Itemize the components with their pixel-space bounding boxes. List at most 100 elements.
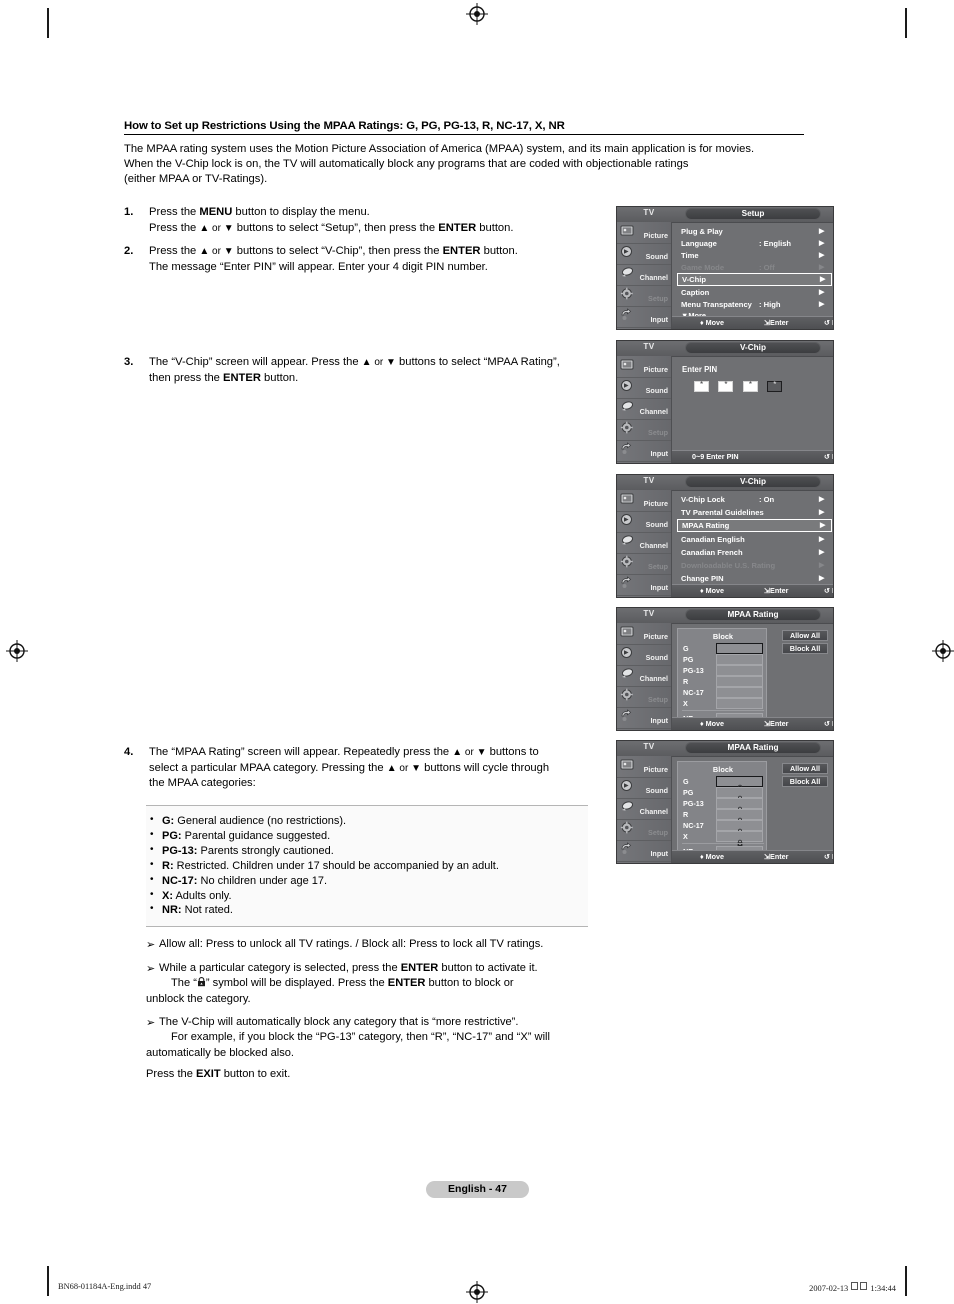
block-cell-nc17[interactable]: [716, 820, 763, 835]
channel-icon: [620, 266, 636, 281]
exit-instruction: Press the EXIT button to exit.: [146, 1068, 290, 1080]
step-3-l1a: The “V-Chip” screen will appear. Press t…: [149, 356, 362, 368]
block-cell-x[interactable]: [716, 831, 763, 846]
pin-input-group[interactable]: * * * *: [694, 379, 787, 397]
block-all-button[interactable]: Block All: [782, 776, 828, 787]
sidebar-item-setup[interactable]: Setup: [617, 285, 671, 307]
step-1: 1. Press the MENU button to display the …: [124, 205, 594, 236]
sidebar-item-channel[interactable]: Channel: [617, 798, 671, 820]
block-column-header: Block: [712, 765, 734, 774]
input-icon: [620, 842, 636, 857]
sidebar-item-channel[interactable]: Channel: [617, 665, 671, 687]
note2-l2a: The “: [171, 977, 197, 990]
block-cell-nc17[interactable]: [716, 687, 763, 698]
sidebar-item-channel[interactable]: Channel: [617, 532, 671, 554]
manual-page: How to Set up Restrictions Using the MPA…: [0, 0, 954, 1304]
menu-row-vchip-lock[interactable]: V-Chip Lock: On ▶: [677, 493, 832, 506]
sidebar-item-picture[interactable]: Picture: [617, 222, 671, 244]
sidebar-item-sound[interactable]: Sound: [617, 644, 671, 666]
table-row[interactable]: R: [683, 809, 763, 824]
sidebar-item-input[interactable]: Input: [617, 306, 671, 328]
pin-digit-1[interactable]: *: [694, 380, 709, 392]
table-row[interactable]: PG: [683, 654, 763, 665]
mpaa-block-table: Block G PG PG-13 R NC-17 X NR: [677, 628, 767, 724]
step-number: 2.: [124, 245, 134, 257]
step-4-l1c: buttons to: [486, 746, 539, 758]
sidebar-item-label: Input: [650, 716, 668, 725]
step-3-l2b: ENTER: [223, 371, 261, 384]
sidebar-item-picture[interactable]: Picture: [617, 623, 671, 645]
category-code: PG:: [162, 829, 182, 842]
sidebar-item-sound[interactable]: Sound: [617, 511, 671, 533]
block-cell-r[interactable]: [716, 809, 763, 824]
chevron-right-icon: ▶: [819, 228, 825, 235]
channel-icon: [620, 800, 636, 815]
pin-digit-3[interactable]: *: [742, 380, 758, 392]
footer-return-label: Return: [832, 852, 833, 861]
footer-move: ♦ Move: [700, 852, 725, 861]
footer-return: ↺ Return: [824, 586, 833, 595]
table-row[interactable]: PG: [683, 787, 763, 802]
sidebar-item-sound[interactable]: Sound: [617, 377, 671, 399]
footer-return-label: Return: [832, 586, 833, 595]
chevron-right-icon: ▶: [819, 562, 825, 569]
block-cell-g[interactable]: [716, 643, 763, 654]
block-cell-pg[interactable]: [716, 787, 763, 802]
allow-all-button[interactable]: Allow All: [782, 630, 828, 641]
sidebar-item-channel[interactable]: Channel: [617, 398, 671, 420]
table-row[interactable]: PG-13: [683, 798, 763, 813]
sidebar-item-setup[interactable]: Setup: [617, 553, 671, 575]
table-row[interactable]: NC-17: [683, 820, 763, 835]
sidebar-item-input[interactable]: Input: [617, 707, 671, 729]
setup-icon: [620, 821, 636, 836]
sidebar-item-setup[interactable]: Setup: [617, 686, 671, 708]
rating-name: X: [683, 699, 688, 708]
menu-row-canadian-french[interactable]: Canadian French ▶: [677, 546, 832, 559]
footer-return: ↺ Return: [824, 719, 833, 728]
osd-title: MPAA Rating: [727, 610, 779, 619]
osd-sidebar: Picture Sound Channel Setup Input: [617, 490, 672, 597]
rating-name: G: [683, 644, 689, 653]
sidebar-item-input[interactable]: Input: [617, 574, 671, 596]
block-cell-pg13[interactable]: [716, 798, 763, 813]
allow-all-button[interactable]: Allow All: [782, 763, 828, 774]
block-cell-g[interactable]: [716, 776, 763, 791]
sidebar-item-sound[interactable]: Sound: [617, 777, 671, 799]
table-row[interactable]: R: [683, 676, 763, 687]
step-2-l1a: Press the: [149, 245, 200, 257]
menu-row-tv-parental-guidelines[interactable]: TV Parental Guidelines ▶: [677, 506, 832, 519]
pin-digit-4[interactable]: *: [767, 380, 783, 392]
menu-row-v-chip[interactable]: V-Chip ▶: [677, 273, 832, 287]
osd-footer: ♦ Move ⇲Enter ↺ Return: [672, 717, 833, 730]
block-cell-r[interactable]: [716, 676, 763, 687]
bullet-icon: •: [150, 858, 154, 870]
note-activate-category: ➢ While a particular category is selecte…: [146, 961, 596, 1007]
sidebar-item-label: Setup: [648, 828, 668, 837]
note-arrow-icon: ➢: [146, 1016, 156, 1029]
sidebar-item-input[interactable]: Input: [617, 440, 671, 462]
table-row[interactable]: X: [683, 831, 763, 846]
table-row[interactable]: G: [683, 643, 763, 654]
table-row[interactable]: X: [683, 698, 763, 709]
menu-label: Language: [681, 239, 717, 248]
sidebar-item-picture[interactable]: Picture: [617, 356, 671, 378]
table-row[interactable]: G: [683, 776, 763, 791]
sidebar-item-channel[interactable]: Channel: [617, 264, 671, 286]
menu-row-mpaa-rating[interactable]: MPAA Rating ▶: [677, 519, 832, 533]
menu-row-canadian-english[interactable]: Canadian English ▶: [677, 533, 832, 546]
pin-digit-2[interactable]: *: [718, 380, 734, 392]
sidebar-item-sound[interactable]: Sound: [617, 243, 671, 265]
sidebar-item-picture[interactable]: Picture: [617, 756, 671, 778]
table-row[interactable]: PG-13: [683, 665, 763, 676]
sidebar-item-setup[interactable]: Setup: [617, 419, 671, 441]
sidebar-item-picture[interactable]: Picture: [617, 490, 671, 512]
table-row[interactable]: NC-17: [683, 687, 763, 698]
block-all-button[interactable]: Block All: [782, 643, 828, 654]
block-cell-pg13[interactable]: [716, 665, 763, 676]
sidebar-item-input[interactable]: Input: [617, 840, 671, 862]
input-icon: [620, 576, 636, 591]
block-cell-x[interactable]: [716, 698, 763, 709]
menu-row-menu-transparency[interactable]: Menu Transpatency: High ▶: [677, 298, 832, 311]
block-cell-pg[interactable]: [716, 654, 763, 665]
sidebar-item-setup[interactable]: Setup: [617, 819, 671, 841]
